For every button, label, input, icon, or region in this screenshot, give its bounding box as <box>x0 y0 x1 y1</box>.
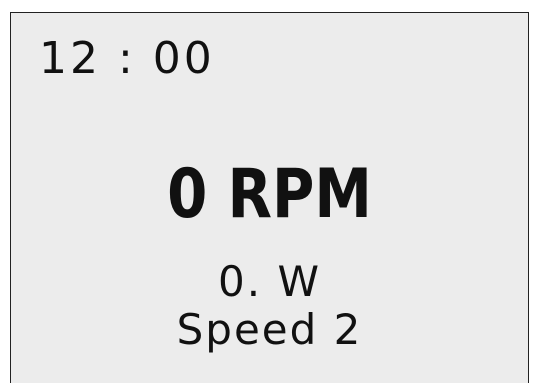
rpm-readout: 0 RPM <box>167 155 372 234</box>
device-display-screen: 12 : 00 0 RPM 0. W Speed 2 <box>10 12 529 383</box>
speed-level-readout: Speed 2 <box>176 305 363 354</box>
clock-readout: 12 : 00 <box>39 33 215 84</box>
power-readout: 0. W <box>218 257 321 306</box>
